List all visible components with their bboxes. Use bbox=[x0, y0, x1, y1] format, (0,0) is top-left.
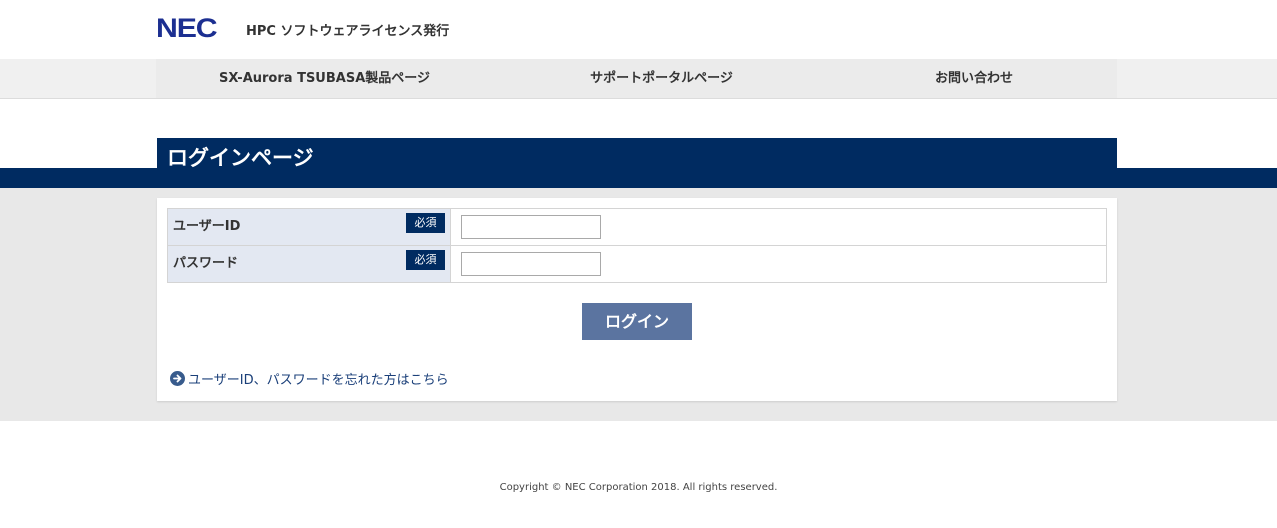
forgot-credentials-text[interactable]: ユーザーID、パスワードを忘れた方はこちら bbox=[188, 373, 449, 388]
nav-item-support-portal[interactable]: サポートポータルページ bbox=[493, 59, 830, 98]
login-button[interactable]: ログイン bbox=[582, 303, 692, 340]
user-id-input[interactable] bbox=[461, 215, 601, 239]
form-row-user-id: ユーザーID 必須 bbox=[167, 208, 1107, 246]
forgot-credentials-link[interactable]: ユーザーID、パスワードを忘れた方はこちら bbox=[170, 371, 449, 390]
page-title: ログインページ bbox=[167, 146, 314, 170]
page-title-box: ログインページ bbox=[157, 138, 1117, 188]
required-badge: 必須 bbox=[406, 250, 445, 270]
nav-bar-inner: SX-Aurora TSUBASA製品ページ サポートポータルページ お問い合わ… bbox=[156, 59, 1117, 98]
required-badge: 必須 bbox=[406, 213, 445, 233]
form-row-password: パスワード 必須 bbox=[167, 245, 1107, 283]
nav-item-contact[interactable]: お問い合わせ bbox=[824, 59, 1124, 98]
password-input[interactable] bbox=[461, 252, 601, 276]
site-title: HPC ソフトウェアライセンス発行 bbox=[246, 24, 450, 39]
nav-bar: SX-Aurora TSUBASA製品ページ サポートポータルページ お問い合わ… bbox=[0, 59, 1277, 99]
arrow-right-circle-icon bbox=[170, 371, 185, 386]
header: NEC HPC ソフトウェアライセンス発行 bbox=[0, 0, 1277, 59]
login-panel: ユーザーID 必須 パスワード 必須 ログイン ユーザーID、パスワードを忘れた… bbox=[157, 198, 1117, 401]
footer-copyright: Copyright © NEC Corporation 2018. All ri… bbox=[499, 482, 778, 493]
user-id-label: ユーザーID bbox=[173, 219, 241, 234]
password-input-cell bbox=[450, 245, 1107, 283]
password-label: パスワード bbox=[173, 256, 239, 271]
nec-logo[interactable]: NEC bbox=[156, 14, 218, 42]
password-label-cell: パスワード 必須 bbox=[167, 245, 451, 283]
nav-item-product-page[interactable]: SX-Aurora TSUBASA製品ページ bbox=[156, 59, 493, 98]
user-id-label-cell: ユーザーID 必須 bbox=[167, 208, 451, 246]
user-id-input-cell bbox=[450, 208, 1107, 246]
login-form-table: ユーザーID 必須 パスワード 必須 bbox=[167, 208, 1107, 283]
